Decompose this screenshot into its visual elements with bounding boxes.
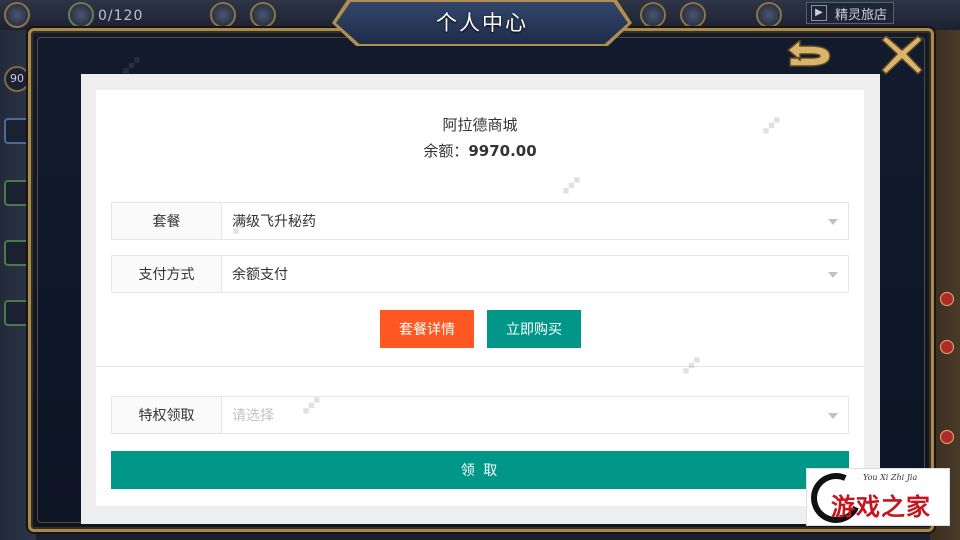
buy-now-button[interactable]: 立即购买 xyxy=(487,310,581,348)
notification-dot-icon xyxy=(940,430,954,444)
rail-skill-icon xyxy=(4,240,30,266)
modal-title: 个人中心 xyxy=(436,11,528,35)
balance-row: 余额：9970.00 xyxy=(96,140,864,161)
balance-value: 9970.00 xyxy=(468,142,537,160)
balance-label: 余额： xyxy=(423,142,469,160)
shop-name: 阿拉德商城 xyxy=(442,116,518,134)
hud-stamina-icon xyxy=(68,2,94,28)
back-arrow-icon[interactable] xyxy=(786,40,838,74)
hud-counter: 0/120 xyxy=(98,8,144,24)
hud-slot-icon xyxy=(680,2,706,28)
game-right-rail xyxy=(930,30,960,540)
rail-skill-icon xyxy=(4,118,30,144)
close-x-icon[interactable] xyxy=(880,32,924,76)
notification-dot-icon xyxy=(940,340,954,354)
privilege-row: 特权领取 请选择 xyxy=(111,396,849,434)
level-badge: 90 xyxy=(4,66,30,92)
rail-skill-icon xyxy=(4,180,30,206)
play-icon: ▶ xyxy=(811,5,827,21)
hud-slot-icon xyxy=(250,2,276,28)
privilege-placeholder: 请选择 xyxy=(232,408,274,424)
hud-avatar-icon xyxy=(4,2,30,28)
hud-shop-button[interactable]: ▶ 精灵旅店 xyxy=(806,2,895,24)
privilege-label: 特权领取 xyxy=(112,397,222,433)
package-label: 套餐 xyxy=(112,203,222,239)
chevron-down-icon xyxy=(828,219,838,225)
logo-wordmark: 游戏之家 xyxy=(831,493,931,521)
rail-skill-icon xyxy=(4,300,30,326)
hud-shop-label: 精灵旅店 xyxy=(835,7,888,23)
package-row: 套餐 满级飞升秘药 xyxy=(111,202,849,240)
payment-value: 余额支付 xyxy=(232,267,288,283)
payment-select[interactable]: 余额支付 xyxy=(222,256,848,292)
package-value: 满级飞升秘药 xyxy=(232,214,316,230)
hud-slot-icon xyxy=(210,2,236,28)
logo-subtitle: You Xi Zhi Jia xyxy=(863,473,918,482)
site-logo: You Xi Zhi Jia 游戏之家 xyxy=(803,465,950,531)
claim-button[interactable]: 领 取 xyxy=(111,451,849,489)
hud-slot-icon xyxy=(640,2,666,28)
payment-label: 支付方式 xyxy=(112,256,222,292)
chevron-down-icon xyxy=(828,272,838,278)
chevron-down-icon xyxy=(828,413,838,419)
game-screen: 0/120 ▶ 精灵旅店 90 个人中心 阿拉德商城 余额：9970.00 套餐… xyxy=(0,0,960,540)
package-select[interactable]: 满级飞升秘药 xyxy=(222,203,848,239)
package-details-button[interactable]: 套餐详情 xyxy=(380,310,474,348)
privilege-select[interactable]: 请选择 xyxy=(222,397,848,433)
notification-dot-icon xyxy=(940,292,954,306)
payment-row: 支付方式 余额支付 xyxy=(111,255,849,293)
hud-slot-icon xyxy=(756,2,782,28)
